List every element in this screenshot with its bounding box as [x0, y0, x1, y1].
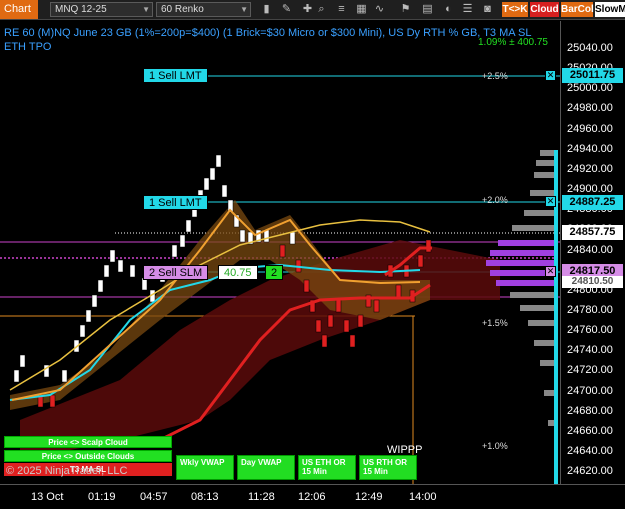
- price-tick: 24960.00: [567, 122, 613, 135]
- price-tick: 25040.00: [567, 42, 613, 54]
- strategy-icon[interactable]: ⚑: [398, 2, 413, 17]
- interval-label: 60 Renko: [161, 4, 204, 15]
- scalp-cloud-button[interactable]: Price <> Scalp Cloud: [4, 436, 172, 448]
- price-tick: 24740.00: [567, 344, 613, 357]
- cancel-order-icon[interactable]: ✕: [545, 70, 556, 81]
- indicators-icon[interactable]: ∿: [372, 2, 387, 17]
- us-rth-or-button[interactable]: US RTH OR 15 Min: [359, 455, 417, 480]
- camera-icon[interactable]: ◙: [480, 2, 495, 17]
- price-tick: 24840.00: [567, 243, 613, 256]
- template-icon[interactable]: ▦: [354, 2, 369, 17]
- price-tick: 24900.00: [567, 183, 613, 196]
- price-tick: 24720.00: [567, 364, 613, 377]
- tk-toggle-button[interactable]: T<>K: [502, 2, 528, 17]
- barcol-toggle-button[interactable]: BarCol: [561, 2, 594, 17]
- time-tick: 08:13: [191, 491, 219, 503]
- pct-level-2-5: +2.5%: [482, 71, 508, 81]
- zoom-icon[interactable]: ⌕: [314, 2, 329, 17]
- time-tick: 12:49: [355, 491, 383, 503]
- price-tick: 25000.00: [567, 82, 613, 95]
- pct-level-2-0: +2.0%: [482, 195, 508, 205]
- price-tick: 24680.00: [567, 404, 613, 417]
- bar-type-icon[interactable]: ▮: [259, 2, 274, 17]
- copyright-notice: © 2025 NinjaTrader, LLC: [6, 465, 128, 477]
- price-tick: 24700.00: [567, 384, 613, 397]
- slowm-toggle-button[interactable]: SlowM: [595, 2, 625, 17]
- chart-subtitle: ETH TPO: [4, 41, 52, 53]
- us-eth-or-button[interactable]: US ETH OR 15 Min: [298, 455, 356, 480]
- wippp-label: WIPPP: [387, 444, 423, 456]
- price-tick: 24780.00: [567, 303, 613, 316]
- chart-title: RE 60 (M)NQ June 23 GB (1%=200p=$400) (1…: [4, 27, 532, 39]
- sell-limit-order-mid[interactable]: 1 Sell LMT: [143, 195, 208, 210]
- pct-level-1-0: +1.0%: [482, 441, 508, 451]
- properties-icon[interactable]: ≡: [334, 2, 349, 17]
- chart-toolbar: Chart MNQ 12-25 ▼ 60 Renko ▼ ▮ ✎ ✚ ⌕ ≡ ▦…: [0, 0, 625, 20]
- pct-level-1-5: +1.5%: [482, 318, 508, 328]
- red-cloud: [20, 240, 500, 460]
- price-tag-under: 24810.50: [562, 276, 623, 288]
- chart-trader-icon[interactable]: ▤: [420, 2, 435, 17]
- interval-selector[interactable]: 60 Renko ▼: [156, 2, 251, 17]
- time-tick: 11:28: [248, 491, 275, 503]
- time-tick: 12:06: [298, 491, 326, 503]
- chevron-down-icon: ▼: [240, 5, 248, 14]
- price-tag-current: 24857.75: [562, 225, 623, 240]
- time-tick: 13 Oct: [31, 491, 64, 503]
- price-tick: 24660.00: [567, 424, 613, 437]
- price-chart[interactable]: [0, 21, 560, 484]
- price-tick: 24940.00: [567, 142, 613, 155]
- pencil-icon[interactable]: ✎: [279, 2, 294, 17]
- instrument-selector[interactable]: MNQ 12-25 ▼: [50, 2, 153, 17]
- price-tick: 24760.00: [567, 324, 613, 337]
- time-tick: 04:57: [140, 491, 168, 503]
- price-tag-mid-order: 24887.25: [562, 195, 623, 210]
- cancel-order-icon[interactable]: ✕: [545, 266, 556, 277]
- outside-clouds-button[interactable]: Price <> Outside Clouds: [4, 450, 172, 462]
- chart-tab[interactable]: Chart: [0, 0, 38, 19]
- day-vwap-button[interactable]: Day VWAP: [237, 455, 295, 480]
- time-tick: 14:00: [409, 491, 437, 503]
- toggle-icon[interactable]: ◐: [441, 2, 456, 17]
- sell-limit-order-top[interactable]: 1 Sell LMT: [143, 68, 208, 83]
- price-tick: 24920.00: [567, 162, 613, 175]
- cancel-order-icon[interactable]: ✕: [545, 196, 556, 207]
- price-tick: 24640.00: [567, 445, 613, 457]
- slm-quantity[interactable]: 2: [265, 265, 284, 280]
- price-tick: 24620.00: [567, 465, 613, 478]
- instrument-label: MNQ 12-25: [55, 4, 107, 15]
- time-tick: 01:19: [88, 491, 116, 503]
- crosshair-icon[interactable]: ✚: [300, 2, 315, 17]
- volatility-badge: 1.09% ± 400.75: [478, 37, 548, 48]
- sell-slm-order[interactable]: 2 Sell SLM: [143, 265, 209, 280]
- list-icon[interactable]: ☰: [460, 2, 475, 17]
- chevron-down-icon: ▼: [142, 5, 150, 14]
- weekly-vwap-button[interactable]: Wkly VWAP: [176, 455, 234, 480]
- price-tag-top-order: 25011.75: [562, 68, 623, 83]
- cloud-toggle-button[interactable]: Cloud: [530, 2, 559, 17]
- slm-distance: 40.75: [218, 265, 258, 280]
- price-tick: 24980.00: [567, 102, 613, 115]
- chart-svg: [0, 75, 560, 484]
